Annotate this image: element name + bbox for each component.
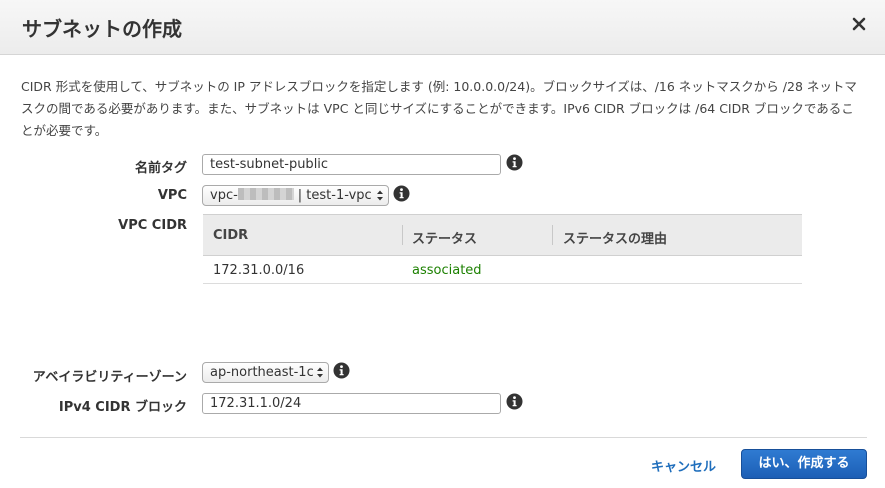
redacted-vpc-id [237, 188, 294, 200]
select-arrows-icon [317, 367, 323, 378]
info-icon[interactable] [506, 154, 523, 171]
cidr-cell: 172.31.0.0/16 [213, 263, 305, 278]
availability-zone-value: ap-northeast-1c [210, 365, 314, 380]
dialog-description: CIDR 形式を使用して、サブネットの IP アドレスブロックを指定します (例… [21, 79, 857, 138]
column-header-status-reason: ステータスの理由 [563, 232, 668, 247]
info-icon[interactable] [393, 185, 410, 202]
column-divider [402, 225, 403, 245]
ipv4-cidr-input[interactable]: 172.31.1.0/24 [202, 393, 501, 414]
select-arrows-icon [377, 190, 383, 201]
name-tag-input[interactable]: test-subnet-public [202, 154, 501, 175]
column-divider [552, 225, 553, 245]
vpc-cidr-table: CIDR ステータス ステータスの理由 172.31.0.0/16 associ… [203, 214, 802, 284]
close-icon[interactable] [851, 16, 867, 32]
info-icon[interactable] [333, 362, 350, 379]
column-header-status: ステータス [412, 232, 478, 247]
footer-divider [20, 437, 867, 438]
status-cell: associated [412, 263, 482, 278]
vpc-select[interactable]: vpc- | test-1-vpc [202, 185, 389, 206]
info-icon[interactable] [506, 393, 523, 410]
vpc-label: VPC [157, 188, 187, 203]
vpc-select-suffix: | test-1-vpc [297, 188, 372, 203]
table-row: 172.31.0.0/16 associated [203, 256, 802, 284]
ipv4-cidr-label: IPv4 CIDR ブロック [58, 400, 187, 415]
dialog-header: サブネットの作成 [0, 0, 885, 55]
name-tag-label: 名前タグ [134, 161, 187, 176]
vpc-select-prefix: vpc- [210, 188, 238, 203]
column-header-cidr: CIDR [213, 228, 249, 243]
vpc-cidr-label: VPC CIDR [118, 218, 187, 233]
cancel-button[interactable]: キャンセル [651, 456, 716, 475]
table-header: CIDR ステータス ステータスの理由 [203, 214, 802, 256]
dialog-title: サブネットの作成 [22, 17, 182, 41]
create-button[interactable]: はい、作成する [741, 449, 867, 479]
availability-zone-select[interactable]: ap-northeast-1c [202, 362, 329, 383]
availability-zone-label: アベイラビリティーゾーン [32, 370, 187, 385]
